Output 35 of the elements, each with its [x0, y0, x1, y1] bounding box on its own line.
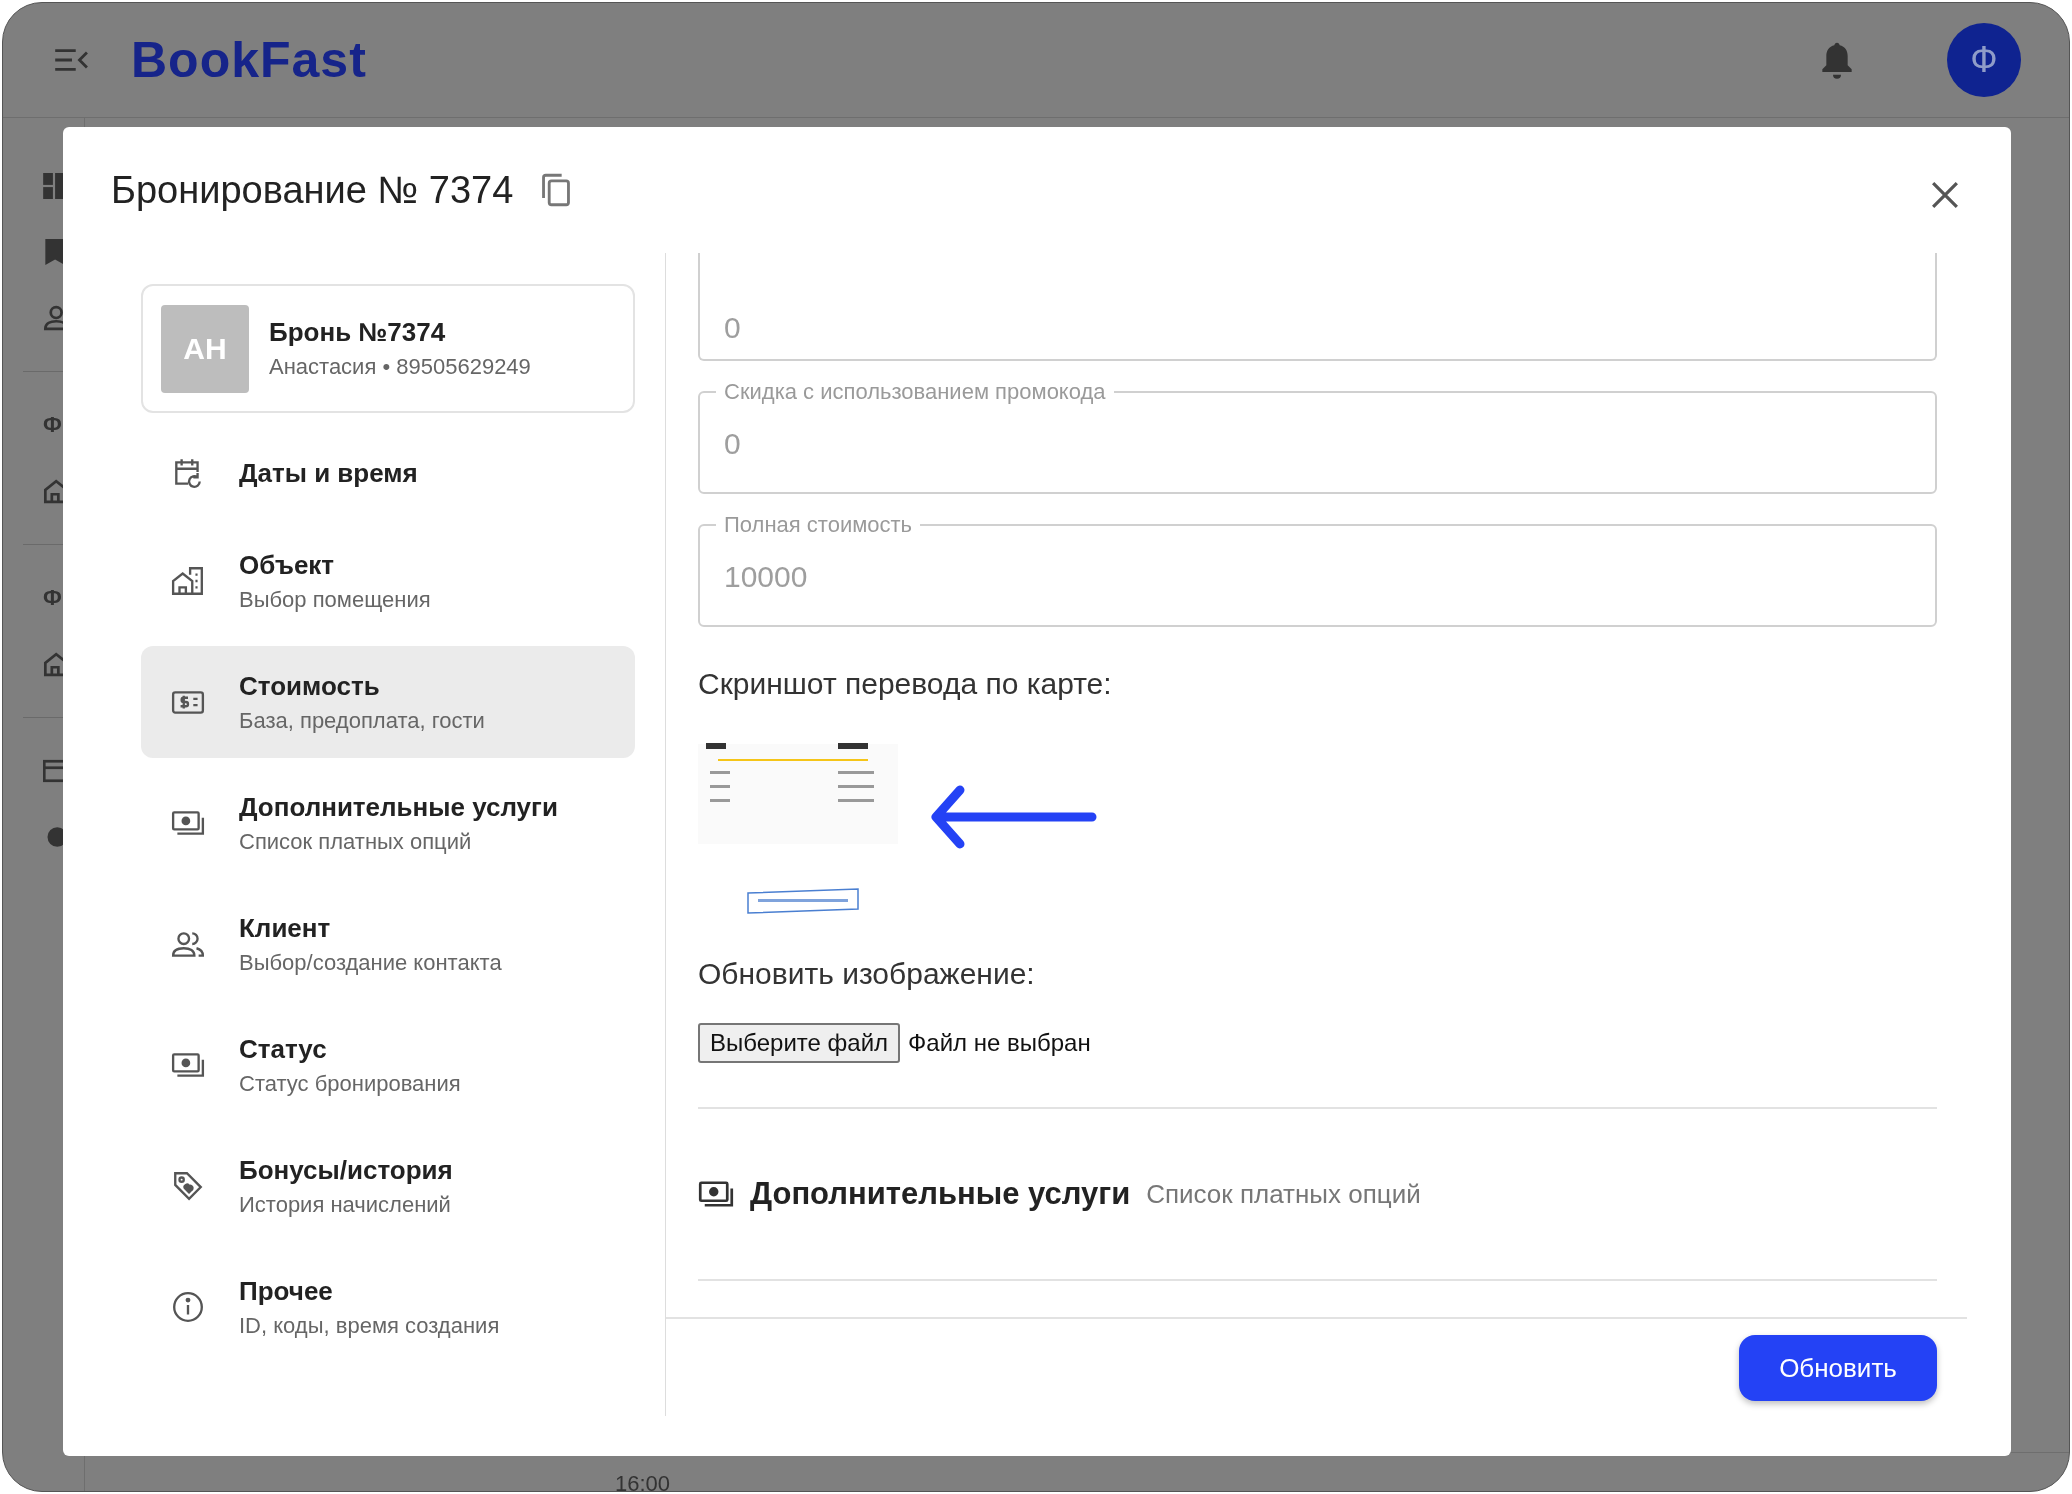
grid-icon[interactable] [43, 173, 65, 199]
time-label: 16:00 [615, 1471, 671, 1491]
tag-icon [171, 1169, 205, 1203]
sidebar-heading: Ф [43, 412, 63, 438]
nav-item[interactable]: Даты и время [141, 430, 635, 516]
section-heading: Обновить изображение: [698, 957, 1036, 991]
info-icon [171, 1290, 205, 1324]
user-avatar[interactable]: Ф [1947, 23, 2021, 97]
section-title: Дополнительные услуги [750, 1176, 1131, 1212]
menu-icon[interactable] [53, 46, 91, 74]
nav-item[interactable]: Бонусы/история История начислений [141, 1130, 635, 1242]
nav-item[interactable]: Стоимость База, предоплата, гости [141, 646, 635, 758]
nav-item[interactable]: Клиент Выбор/создание контакта [141, 888, 635, 1000]
house-icon[interactable] [43, 478, 65, 504]
nav-item[interactable]: Дополнительные услуги Список платных опций [141, 767, 635, 879]
house-icon[interactable] [43, 651, 65, 677]
nav-item[interactable]: Объект Выбор помещения [141, 525, 635, 637]
choose-file-button[interactable]: Выберите файл [698, 1023, 901, 1063]
section-subtitle: Список платных опций [1146, 1178, 1421, 1210]
booking-title: Бронь №7374 [269, 317, 447, 348]
dialog-title: Бронирование № 7374 [111, 168, 514, 212]
sidebar-heading: Ф [43, 585, 63, 611]
bell-icon[interactable] [1821, 40, 1853, 80]
section-heading: Скриншот перевода по карте: [698, 667, 1113, 701]
booking-subtitle: Анастасия • 89505629249 [269, 354, 531, 380]
nav-item[interactable]: Статус Статус бронирования [141, 1009, 635, 1121]
update-button[interactable]: Обновить [1739, 1335, 1937, 1401]
card-icon[interactable] [43, 758, 65, 784]
initials-avatar: АН [161, 304, 249, 393]
file-status: Файл не выбран [908, 1029, 1091, 1057]
close-icon[interactable] [1931, 181, 1959, 209]
building-icon [171, 564, 205, 598]
copy-icon[interactable] [541, 173, 572, 207]
person-icon[interactable] [43, 305, 65, 331]
nav-item[interactable]: Прочее ID, коды, время создания [141, 1251, 635, 1363]
